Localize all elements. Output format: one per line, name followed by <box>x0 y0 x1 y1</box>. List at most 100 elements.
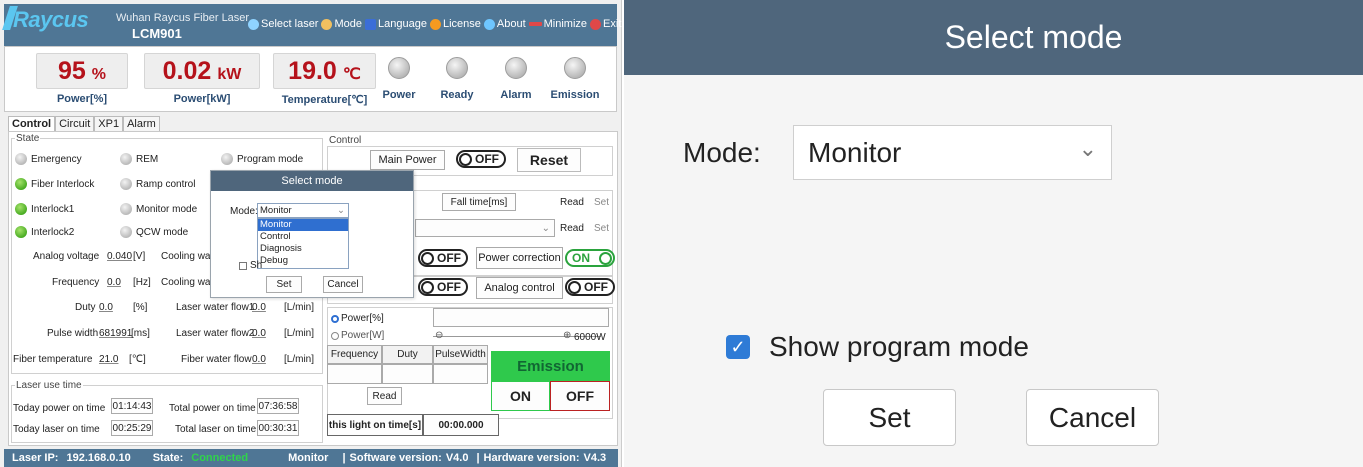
fiber-interlock-led-icon <box>15 178 27 190</box>
zoomed-mode-select[interactable]: Monitor ⌄ <box>793 125 1112 180</box>
divider: | <box>476 452 480 464</box>
fall-time-set-button[interactable]: Set <box>594 197 609 208</box>
tab-xp1[interactable]: XP1 <box>94 116 124 131</box>
duty-value: 0.0 <box>99 302 113 313</box>
fiber-water-flow-value: 0.0 <box>252 354 266 365</box>
checkmark-icon: ✓ <box>730 336 746 357</box>
today-power-on-label: Today power on time <box>13 403 106 414</box>
laser-water-flow2-value: 0.0 <box>252 328 266 339</box>
dialog-cancel-button[interactable]: Cancel <box>323 276 363 293</box>
slider-max-label: 6000W <box>574 332 606 343</box>
zoomed-show-program-checkbox[interactable]: ✓ <box>726 335 750 359</box>
state-label: State: <box>152 452 184 464</box>
checkbox-icon <box>239 261 247 270</box>
tab-circuit[interactable]: Circuit <box>55 116 95 131</box>
power-input[interactable] <box>433 308 609 327</box>
laser-toggle-2[interactable]: OFF <box>418 278 468 296</box>
exit-icon <box>590 18 602 30</box>
power-correction-toggle[interactable]: ON <box>565 249 615 267</box>
mode-option-debug[interactable]: Debug <box>258 255 348 267</box>
toggle-knob-icon <box>599 252 612 265</box>
col-frequency: Frequency <box>327 345 382 364</box>
fiber-temperature-unit: [℃] <box>129 354 146 365</box>
mode-select[interactable]: Monitor ⌄ <box>257 203 349 218</box>
language-icon <box>365 18 377 30</box>
current-mode: Monitor <box>288 452 329 464</box>
emission-off-button[interactable]: OFF <box>550 381 610 411</box>
toggle-knob-icon <box>421 281 434 294</box>
tab-control[interactable]: Control <box>8 116 56 131</box>
qcw-mode-led-icon <box>120 226 132 238</box>
chevron-down-icon: ⌄ <box>541 222 550 234</box>
frequency-input[interactable] <box>327 364 382 384</box>
laser-toggle-1[interactable]: OFF <box>418 249 468 267</box>
pulse-width-value: 681991 <box>99 328 133 339</box>
select-mode-dialog: Select mode Mode: Monitor ⌄ Monitor Contr… <box>210 170 414 298</box>
software-label: Software version: <box>349 452 442 464</box>
param-read-button[interactable]: Read <box>560 223 584 234</box>
interlock2-led-icon <box>15 226 27 238</box>
analog-control-toggle[interactable]: OFF <box>565 278 615 296</box>
menu-mode[interactable]: Mode <box>321 18 362 30</box>
ready-indicator-label: Ready <box>440 89 474 101</box>
radio-power-percent[interactable]: Power[%] <box>331 313 384 324</box>
fiber-interlock-label: Fiber Interlock <box>31 179 95 190</box>
power-correction-label: Power correction <box>476 247 563 269</box>
radio-checked-icon <box>331 314 339 323</box>
menu-about[interactable]: About <box>483 18 526 30</box>
power-kw-display: 0.02 kW <box>144 53 260 89</box>
reset-button[interactable]: Reset <box>517 148 581 172</box>
mode-icon <box>321 18 333 30</box>
mode-option-monitor[interactable]: Monitor <box>258 219 348 231</box>
show-program-checkbox-partial[interactable]: Sh <box>239 260 262 271</box>
emission-indicator-label: Emission <box>550 89 600 101</box>
menu-license[interactable]: License <box>429 18 481 30</box>
grid-read-button[interactable]: Read <box>367 387 402 405</box>
ramp-control-led-icon <box>120 178 132 190</box>
divider: | <box>342 452 346 464</box>
slider-handle-icon[interactable]: ⊖ <box>435 330 443 341</box>
zoomed-set-button[interactable]: Set <box>823 389 956 446</box>
dialog-set-button[interactable]: Set <box>266 276 302 293</box>
menu-language[interactable]: Language <box>365 18 427 30</box>
temperature-label: Temperature[℃] <box>281 94 368 106</box>
ready-indicator-icon <box>446 57 468 79</box>
mode-option-diagnosis[interactable]: Diagnosis <box>258 243 348 255</box>
zoomed-show-program-label: Show program mode <box>769 331 1029 362</box>
slider-max-icon: ⊕ <box>563 330 572 341</box>
radio-power-watt[interactable]: Power[W] <box>331 330 384 341</box>
param-set-button[interactable]: Set <box>594 223 609 234</box>
power-kw-label: Power[kW] <box>173 93 231 105</box>
parameter-select[interactable]: ⌄ <box>415 219 555 237</box>
license-icon <box>429 18 441 30</box>
menu-minimize[interactable]: Minimize <box>528 18 587 30</box>
toggle-knob-icon <box>421 252 434 265</box>
pulse-width-unit: [ms] <box>131 328 150 339</box>
emission-indicator-icon <box>564 57 586 79</box>
menu-exit[interactable]: Exit <box>590 18 621 30</box>
main-power-toggle[interactable]: OFF <box>456 150 506 168</box>
total-power-on-value: 07:36:58 <box>257 398 299 414</box>
analog-voltage-label: Analog voltage <box>33 251 100 262</box>
laser-water-flow2-label: Laser water flow2 <box>176 328 255 339</box>
laser-water-flow2-unit: [L/min] <box>284 328 315 339</box>
analog-control-label: Analog control <box>476 277 563 299</box>
today-laser-on-value: 00:25:29 <box>111 420 153 436</box>
mode-option-control[interactable]: Control <box>258 231 348 243</box>
zoomed-cancel-button[interactable]: Cancel <box>1026 389 1159 446</box>
fall-time-read-button[interactable]: Read <box>560 197 584 208</box>
program-mode-led-icon <box>221 153 233 165</box>
duty-input[interactable] <box>382 364 433 384</box>
monitor-mode-led-icon <box>120 203 132 215</box>
tab-alarm[interactable]: Alarm <box>123 116 160 131</box>
light-on-time-value: 00:00.000 <box>423 414 499 436</box>
menu-select-laser[interactable]: Select laser <box>248 18 318 30</box>
emission-on-button[interactable]: ON <box>491 381 550 411</box>
pulsewidth-input[interactable] <box>433 364 488 384</box>
laser-water-flow1-label: Laser water flow1 <box>176 302 255 313</box>
hardware-label: Hardware version: <box>483 452 580 464</box>
state-group-title: State <box>15 133 41 144</box>
fiber-temperature-value: 21.0 <box>99 354 119 365</box>
minimize-icon <box>528 22 542 26</box>
laser-use-time-title: Laser use time <box>15 380 83 391</box>
